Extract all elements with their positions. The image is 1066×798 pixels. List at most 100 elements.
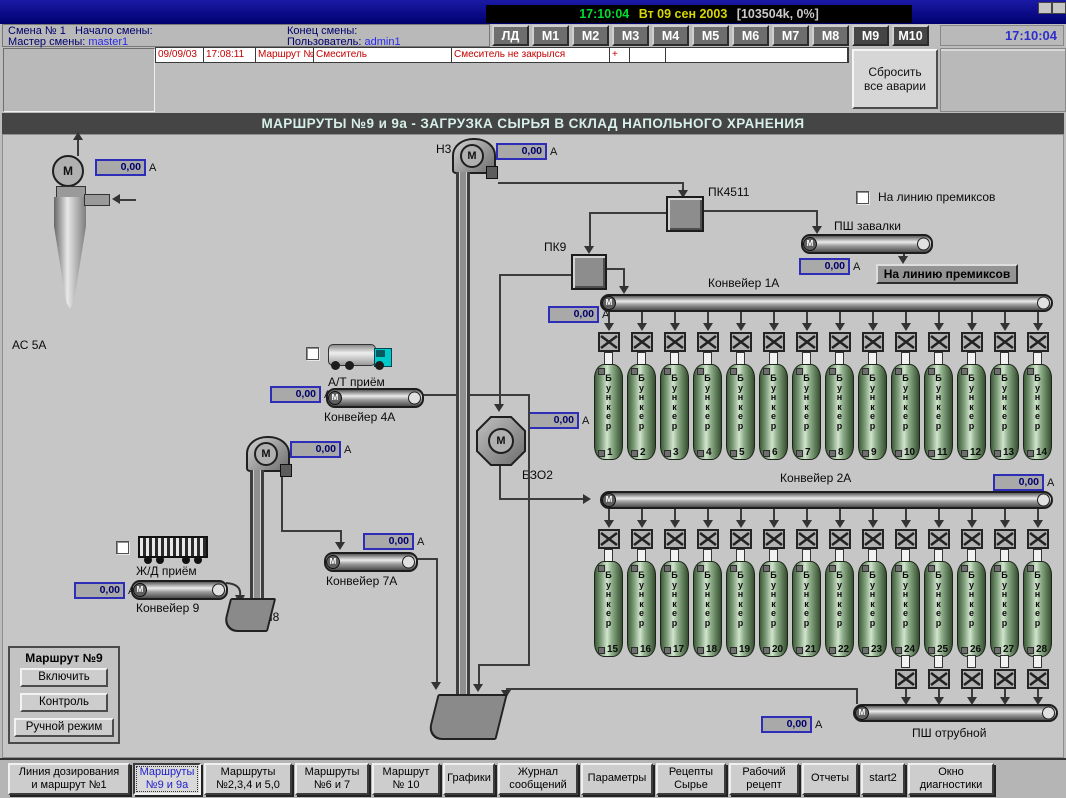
route-button-1[interactable]: Включить [20, 668, 108, 687]
flow-arrow [736, 323, 746, 331]
indicator-light [961, 368, 968, 375]
flow-line [856, 688, 858, 704]
conv7a-current-unit: А [417, 536, 424, 548]
motor-icon: М [326, 555, 340, 569]
ac5a-cyclone-icon [54, 197, 86, 309]
rail-receive-checkbox[interactable] [116, 541, 129, 554]
motor-icon: М [460, 144, 484, 168]
bunker-column: Бункер25 [923, 509, 956, 661]
flow-arrow [637, 520, 647, 528]
indicator-light [895, 450, 902, 457]
bunker-column: Бункер26 [956, 509, 989, 661]
valve-icon [631, 529, 653, 549]
bunker-16: Бункер16 [627, 561, 656, 657]
nav-button-10[interactable]: Рабочий рецепт [729, 763, 799, 795]
nav-button-5[interactable]: Маршрут № 10 [372, 763, 440, 795]
valve-icon [1027, 529, 1049, 549]
conv4a-current-display: 0,00А [270, 386, 331, 403]
bunker-5: Бункер5 [726, 364, 755, 460]
bunker-word: Бункер [661, 571, 688, 629]
indicator-light [928, 368, 935, 375]
premix-line-button[interactable]: На линию премиксов [876, 264, 1018, 284]
bunker-4: Бункер4 [693, 364, 722, 460]
nav-button-3[interactable]: Маршруты №2,3,4 и 5,0 [204, 763, 292, 795]
flow-arrow [901, 323, 911, 331]
psh-otrubnoy-current-value: 0,00 [761, 716, 812, 733]
bunker-number: 24 [904, 644, 915, 655]
conveyor-2a: М [600, 491, 1053, 509]
flow-line [422, 394, 530, 396]
nav-button-8[interactable]: Параметры [581, 763, 653, 795]
route-button-2[interactable]: Контроль [20, 693, 108, 712]
indicator-light [994, 450, 1001, 457]
bunker-27: Бункер27 [990, 561, 1019, 657]
indicator-light [796, 368, 803, 375]
label-conv2a: Конвейер 2А [780, 471, 851, 485]
indicator-light [664, 647, 671, 654]
label-bzo2: БЗО2 [522, 468, 553, 482]
conv4a-current-value: 0,00 [270, 386, 321, 403]
valve-icon [829, 332, 851, 352]
valve-icon [994, 529, 1016, 549]
valve-icon [631, 332, 653, 352]
indicator-light [598, 647, 605, 654]
indicator-light [763, 647, 770, 654]
flow-arrow [431, 682, 441, 690]
flow-arrow [868, 520, 878, 528]
bunker-word: Бункер [760, 374, 787, 432]
indicator-light [796, 450, 803, 457]
ac5a-current-display: 0,00А [95, 159, 156, 176]
indicator-light [1027, 368, 1034, 375]
bunker-20: Бункер20 [759, 561, 788, 657]
n8-current-unit: А [344, 444, 351, 456]
pipe [967, 655, 976, 668]
roller-icon [1037, 494, 1050, 507]
nav-button-12[interactable]: start2 [861, 763, 905, 795]
nav-button-9[interactable]: Рецепты Сырье [656, 763, 726, 795]
bzo2-current-display: 0,00А [528, 412, 589, 429]
bunker-word: Бункер [859, 571, 886, 629]
nav-button-1[interactable]: Линия дозирования и маршрут №1 [8, 763, 130, 795]
bunker-column: Бункер28 [1022, 509, 1055, 661]
bunker-12: Бункер12 [957, 364, 986, 460]
psh-otrubnoy-current-display: 0,00А [761, 716, 822, 733]
flow-line [704, 210, 818, 212]
bunker-6: Бункер6 [759, 364, 788, 460]
indicator-light [763, 565, 770, 572]
bunker-column: Бункер5 [725, 312, 758, 464]
indicator-light [664, 368, 671, 375]
flow-arrow [583, 494, 591, 504]
nav-button-13[interactable]: Окно диагностики [908, 763, 994, 795]
indicator-light [961, 450, 968, 457]
bunker-number: 17 [673, 644, 684, 655]
conveyor-4a: М [326, 388, 424, 408]
indicator-light [895, 647, 902, 654]
premix-line-checkbox[interactable] [856, 191, 869, 204]
flow-arrow [802, 323, 812, 331]
bunker-column: Бункер15 [593, 509, 626, 661]
indicator-light [631, 565, 638, 572]
nav-button-4[interactable]: Маршруты №6 и 7 [295, 763, 369, 795]
flow-arrow [703, 323, 713, 331]
indicator-light [862, 450, 869, 457]
bunker-column: Бункер8 [824, 312, 857, 464]
indicator-light [697, 647, 704, 654]
bunker-number: 1 [607, 447, 613, 458]
indicator-light [961, 647, 968, 654]
bunker-column: Бункер6 [758, 312, 791, 464]
bunker-word: Бункер [892, 571, 919, 629]
conv9-current-display: 0,00А [74, 582, 135, 599]
nav-button-7[interactable]: Журнал сообщений [498, 763, 578, 795]
nav-button-11[interactable]: Отчеты [802, 763, 858, 795]
nav-button-6[interactable]: Графики [443, 763, 495, 795]
nav-button-2[interactable]: Маршруты №9 и 9а [133, 763, 201, 795]
conveyor-7a: М [324, 552, 418, 572]
route-button-3[interactable]: Ручной режим [14, 718, 114, 737]
flow-line [499, 466, 501, 500]
indicator-light [862, 647, 869, 654]
bunker-column: Бункер13 [989, 312, 1022, 464]
label-pk4511: ПК4511 [708, 185, 749, 199]
indicator-light [697, 368, 704, 375]
bunker-28: Бункер28 [1023, 561, 1052, 657]
truck-receive-checkbox[interactable] [306, 347, 319, 360]
